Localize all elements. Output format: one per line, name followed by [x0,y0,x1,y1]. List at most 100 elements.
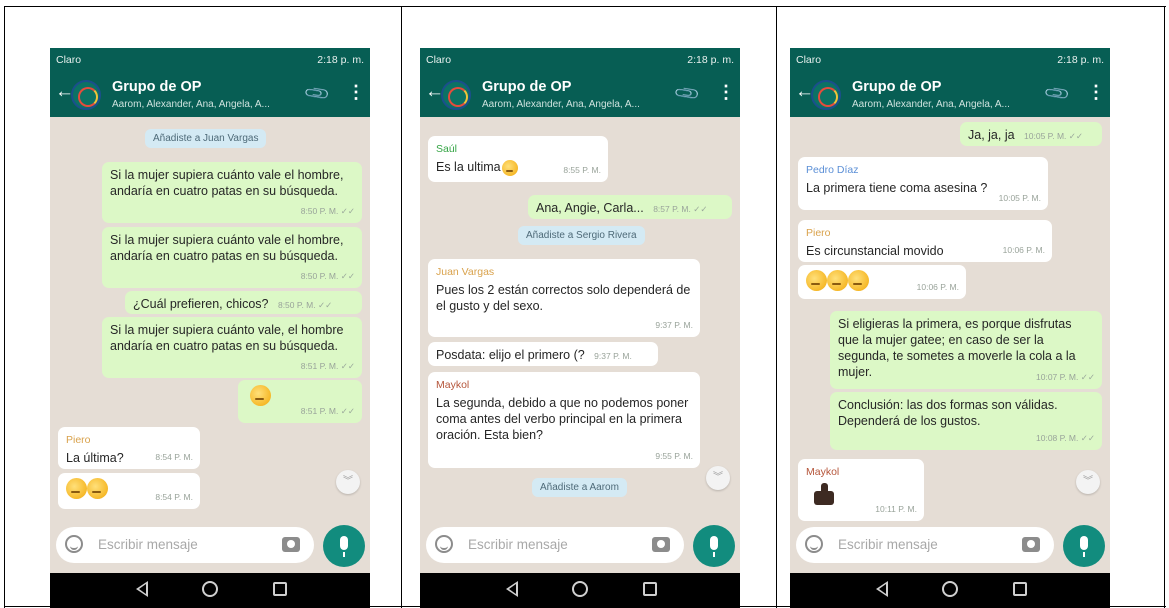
message-time: 8:50 P. M. [300,206,339,216]
chat-title[interactable]: Grupo de OP [112,79,201,95]
message-bubble[interactable]: Ana, Angie, Carla... 8:57 P. M. ✓✓ [528,195,732,219]
message-list[interactable]: Añadiste a Juan Vargas Si la mujer supie… [50,117,370,521]
camera-icon[interactable] [652,537,670,552]
camera-icon[interactable] [282,537,300,552]
message-time: 9:37 P. M. [594,351,632,361]
nav-back-icon[interactable] [136,581,148,597]
emoji-picker-icon[interactable] [435,535,453,553]
mic-button[interactable] [1063,525,1105,567]
table-border-left [4,6,5,608]
double-check-icon: ✓✓ [340,361,355,371]
carrier-label: Claro [426,54,452,66]
paperclip-icon[interactable]: 📎 [303,80,332,109]
table-border-right [1164,6,1165,608]
message-meta: 8:57 P. M. ✓✓ [653,204,707,214]
message-meta: 8:51 P. M. ✓✓ [301,403,355,419]
phone-screenshot-1: Claro 2:18 p. m. ← Grupo de OP Aarom, Al… [50,48,370,608]
emoji-message[interactable]: 8:54 P. M. [58,473,200,509]
microphone-icon [710,536,718,557]
message-time: 8:57 P. M. [653,204,691,214]
more-vertical-icon[interactable]: ⋮ [347,82,365,103]
message-list[interactable]: Saúl Es la ultima 8:55 P. M. Ana, Angie,… [420,117,740,521]
message-composer: Escribir mensaje [50,521,370,573]
message-bubble[interactable]: Posdata: elijo el primero (? 9:37 P. M. [428,342,658,366]
message-bubble[interactable]: Piero La última? 8:54 P. M. [58,427,200,469]
android-nav-bar [790,573,1110,608]
nav-recent-apps-icon[interactable] [643,582,657,596]
nav-home-icon[interactable] [572,581,588,597]
more-vertical-icon[interactable]: ⋮ [1087,82,1105,103]
more-vertical-icon[interactable]: ⋮ [717,82,735,103]
emoji-message[interactable]: 10:06 P. M. [798,265,966,299]
chat-members[interactable]: Aarom, Alexander, Ana, Angela, A... [852,99,1010,110]
message-bubble[interactable]: Saúl Es la ultima 8:55 P. M. [428,136,608,182]
scroll-down-button[interactable]: ︾ [1076,470,1100,494]
group-avatar[interactable] [71,80,101,110]
chat-title[interactable]: Grupo de OP [482,79,571,95]
message-input[interactable]: Escribir mensaje [426,527,684,563]
nav-recent-apps-icon[interactable] [273,582,287,596]
message-time: 10:06 P. M. [916,282,959,292]
double-check-icon: ✓✓ [340,206,355,216]
message-bubble[interactable]: Conclusión: las dos formas son válidas. … [830,392,1102,450]
table-top-border [4,6,1166,7]
message-time: 9:37 P. M. [655,320,693,330]
sender-name: Maykol [436,379,470,391]
scroll-down-button[interactable]: ︾ [706,466,730,490]
group-avatar[interactable] [811,80,841,110]
message-time: 8:55 P. M. [563,165,601,175]
system-message: Añadiste a Juan Vargas [145,129,267,148]
message-bubble[interactable]: Si la mujer supiera cuánto vale el hombr… [102,162,362,223]
message-input[interactable]: Escribir mensaje [796,527,1054,563]
message-bubble[interactable]: Si la mujer supiera cuánto vale el hombr… [102,227,362,288]
laughing-emoji-icon [806,270,827,291]
nav-home-icon[interactable] [942,581,958,597]
mic-button[interactable] [323,525,365,567]
paperclip-icon[interactable]: 📎 [673,80,702,109]
message-time: 8:51 P. M. [300,361,339,371]
chat-members[interactable]: Aarom, Alexander, Ana, Angela, A... [482,99,640,110]
emoji-picker-icon[interactable] [65,535,83,553]
nav-home-icon[interactable] [202,581,218,597]
double-check-icon: ✓✓ [1080,433,1095,443]
message-bubble[interactable]: Pedro Díaz La primera tiene coma asesina… [798,157,1048,210]
chat-members[interactable]: Aarom, Alexander, Ana, Angela, A... [112,99,270,110]
message-bubble[interactable]: ¿Cuál prefieren, chicos? 8:50 P. M. ✓✓ [125,291,362,314]
nav-back-icon[interactable] [876,581,888,597]
message-time: 9:55 P. M. [655,451,693,461]
emoji-message[interactable]: 8:51 P. M. ✓✓ [238,380,362,423]
message-bubble[interactable]: Ja, ja, ja 10:05 P. M. ✓✓ [960,122,1102,146]
scroll-down-button[interactable]: ︾ [336,470,360,494]
message-input[interactable]: Escribir mensaje [56,527,314,563]
clock-label: 2:18 p. m. [1057,54,1104,66]
nav-recent-apps-icon[interactable] [1013,582,1027,596]
message-text: ¿Cuál prefieren, chicos? [133,297,269,311]
message-text: Es circunstancial movido [806,244,944,258]
sender-name: Piero [66,434,91,446]
chat-title[interactable]: Grupo de OP [852,79,941,95]
message-bubble[interactable]: Si eligieras la primera, es porque disfr… [830,311,1102,389]
sender-name: Pedro Díaz [806,164,859,176]
status-bar: Claro 2:18 p. m. [790,48,1110,72]
message-list[interactable]: Ja, ja, ja 10:05 P. M. ✓✓ Pedro Díaz La … [790,117,1110,521]
camera-icon[interactable] [1022,537,1040,552]
emoji-picker-icon[interactable] [805,535,823,553]
message-text: La primera tiene coma asesina ? [806,181,988,195]
message-bubble[interactable]: Juan Vargas Pues los 2 están correctos s… [428,259,700,337]
message-bubble[interactable]: Maykol La segunda, debido a que no podem… [428,372,700,468]
message-time: 10:08 P. M. [1036,433,1079,443]
message-bubble[interactable]: Piero Es circunstancial movido 10:06 P. … [798,220,1052,262]
android-nav-bar [50,573,370,608]
carrier-label: Claro [56,54,82,66]
thinking-emoji-icon [87,478,108,499]
double-check-icon: ✓✓ [318,300,333,310]
mic-button[interactable] [693,525,735,567]
android-nav-bar [420,573,740,608]
message-composer: Escribir mensaje [790,521,1110,573]
message-bubble[interactable]: Maykol 10:11 P. M. [798,459,924,521]
message-bubble[interactable]: Si la mujer supiera cuánto vale, el homb… [102,317,362,378]
paperclip-icon[interactable]: 📎 [1043,80,1072,109]
input-placeholder: Escribir mensaje [98,537,198,552]
group-avatar[interactable] [441,80,471,110]
nav-back-icon[interactable] [506,581,518,597]
